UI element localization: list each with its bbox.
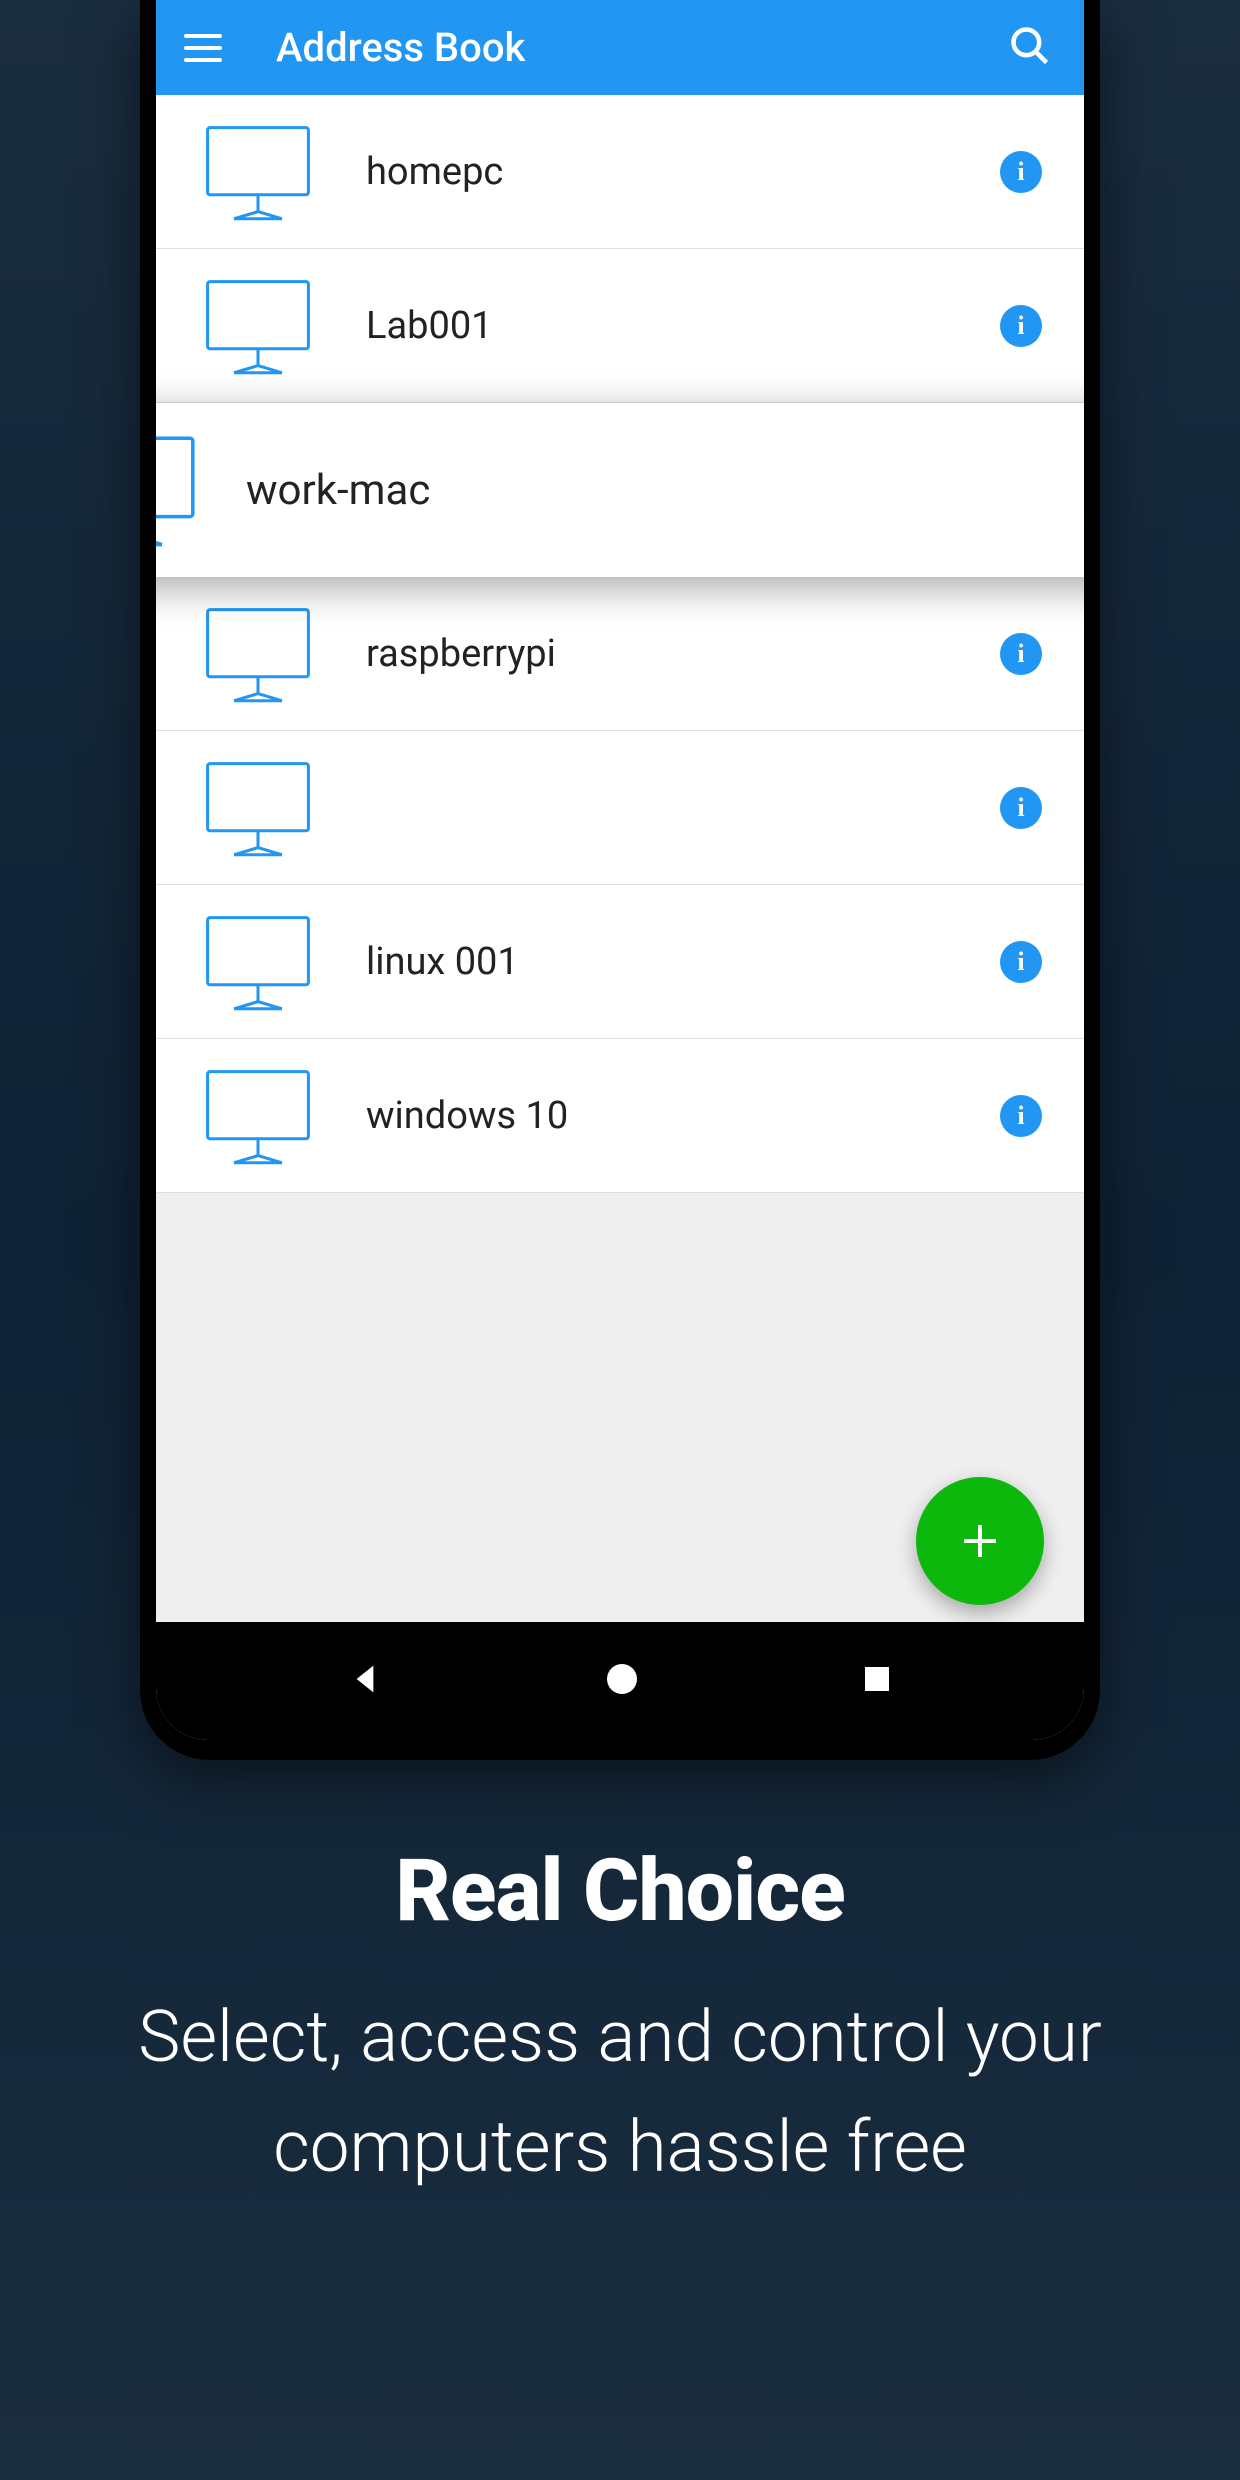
add-button[interactable] [916, 1477, 1044, 1605]
device-name: linux 001 [366, 940, 1000, 984]
device-name: Lab001 [366, 304, 1000, 348]
info-icon[interactable]: i [1000, 787, 1042, 829]
list-item[interactable]: linux 001 i [156, 885, 1084, 1039]
list-item[interactable]: windows 10 i [156, 1039, 1084, 1193]
computer-icon [198, 594, 318, 714]
phone-frame: Address Book [140, 0, 1100, 1760]
list-item[interactable]: Lab001 i [156, 249, 1084, 403]
menu-icon[interactable] [184, 24, 232, 72]
nav-back-icon[interactable] [345, 1659, 385, 1703]
list-empty-area [156, 1193, 1084, 1663]
computer-icon [198, 1056, 318, 1176]
list-item[interactable]: raspberrypi i [156, 577, 1084, 731]
computer-icon [198, 748, 318, 868]
list-item[interactable]: homepc i [156, 95, 1084, 249]
nav-recent-icon[interactable] [859, 1661, 895, 1701]
app-bar: Address Book [156, 0, 1084, 95]
computer-icon [198, 112, 318, 232]
computer-icon [198, 902, 318, 1022]
promo-subheading: Select, access and control your computer… [60, 1983, 1180, 2203]
phone-screen: Address Book [156, 0, 1084, 1740]
promo-heading: Real Choice [60, 1840, 1180, 1941]
device-name: windows 10 [366, 1094, 1000, 1138]
device-list: homepc i Lab001 i [156, 95, 1084, 1193]
device-name: work-mac [246, 466, 1084, 515]
android-nav-bar [156, 1622, 1084, 1740]
computer-icon [156, 430, 204, 550]
nav-home-icon[interactable] [602, 1659, 642, 1703]
info-icon[interactable]: i [1000, 941, 1042, 983]
info-icon[interactable]: i [1000, 633, 1042, 675]
promo-section: Real Choice Select, access and control y… [0, 1840, 1240, 2203]
device-name: raspberrypi [366, 632, 1000, 676]
list-item-highlighted[interactable]: work-mac i [156, 403, 1084, 577]
info-icon[interactable]: i [1000, 1095, 1042, 1137]
search-icon[interactable] [1008, 24, 1056, 72]
computer-icon [198, 266, 318, 386]
app-title: Address Book [276, 24, 1008, 71]
list-item[interactable]: i [156, 731, 1084, 885]
info-icon[interactable]: i [1000, 305, 1042, 347]
device-name: homepc [366, 150, 1000, 194]
info-icon[interactable]: i [1000, 151, 1042, 193]
